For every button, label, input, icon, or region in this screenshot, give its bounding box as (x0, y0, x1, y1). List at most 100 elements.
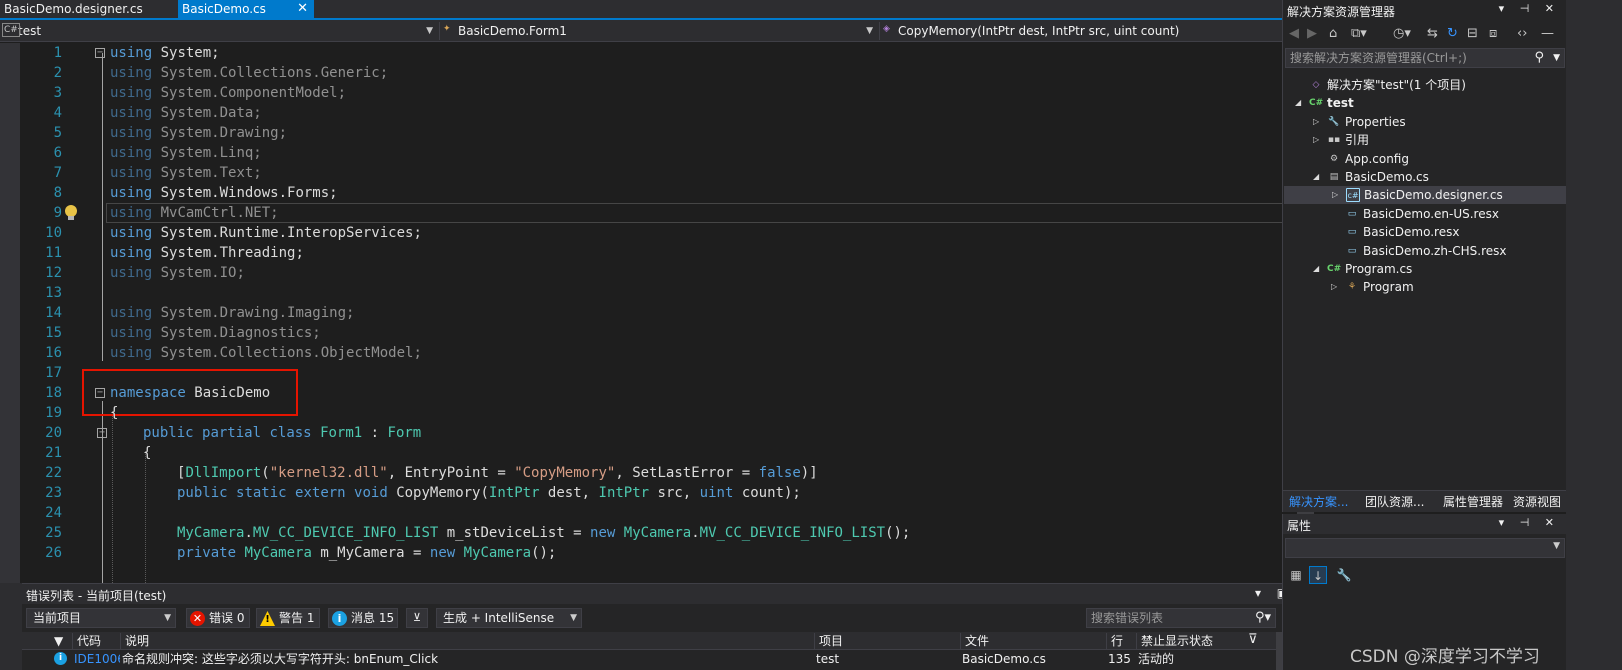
code-line[interactable]: 15 using System.Diagnostics; (0, 323, 1296, 343)
code-line[interactable]: 22 [DllImport("kernel32.dll", EntryPoint … (0, 463, 1296, 483)
code-line[interactable]: 19 { (0, 403, 1296, 423)
code-line[interactable]: 13 (0, 283, 1296, 303)
panel-controls[interactable]: ▾ ⊣ ✕ (1499, 2, 1560, 15)
code-line[interactable]: 21 { (0, 443, 1296, 463)
code-line[interactable]: 11 using System.Threading; (0, 243, 1296, 263)
tab-basicdemo-cs[interactable]: BasicDemo.cs ✕ (178, 0, 314, 18)
error-search-input[interactable]: 搜索错误列表 ⚲▾ (1086, 608, 1276, 628)
switch-views-icon[interactable]: ⧉▾ (1351, 26, 1367, 41)
properties-object-selector[interactable]: ▼ (1285, 538, 1565, 558)
fold-toggle-icon[interactable]: − (97, 428, 107, 438)
collapse-icon[interactable]: ◢ (1313, 260, 1319, 278)
sync-icon[interactable]: ⇆ (1427, 26, 1438, 41)
errors-filter-button[interactable]: ✕ 错误 0 (186, 608, 250, 628)
code-line[interactable]: 10 using System.Runtime.InteropServices; (0, 223, 1296, 243)
code-line[interactable]: 8 using System.Windows.Forms; (0, 183, 1296, 203)
tree-node[interactable]: ▷ 🔧 Properties (1283, 113, 1565, 131)
column-header-line[interactable]: 行 (1106, 633, 1136, 649)
tree-node[interactable]: ▭ BasicDemo.zh-CHS.resx (1283, 242, 1565, 260)
line-number: 7 (53, 165, 62, 181)
fold-toggle-icon[interactable]: − (95, 48, 105, 58)
code-line[interactable]: 17 (0, 363, 1296, 383)
code-line[interactable]: 23 public static extern void CopyMemory(I… (0, 483, 1296, 503)
expand-icon[interactable]: ▷ (1313, 131, 1319, 149)
expand-icon[interactable]: ▷ (1313, 113, 1319, 131)
warnings-filter-button[interactable]: ! 警告 1 (256, 608, 320, 628)
back-icon[interactable]: ◀ (1289, 26, 1299, 41)
tree-node[interactable]: ⚙ App.config (1283, 150, 1565, 168)
tree-node[interactable]: ◢ C# test (1283, 94, 1565, 112)
properties-icon[interactable]: — (1541, 26, 1554, 41)
home-icon[interactable]: ⌂ (1329, 26, 1337, 41)
tab-resource-view[interactable]: 资源视图 (1509, 493, 1565, 511)
code-line[interactable]: 6 using System.Linq; (0, 143, 1296, 163)
code-line[interactable]: 25 MyCamera.MV_CC_DEVICE_INFO_LIST m_stDe… (0, 523, 1296, 543)
column-filter-icon[interactable]: ⊽ (1248, 632, 1258, 647)
code-line[interactable]: 5 using System.Drawing; (0, 123, 1296, 143)
code-line[interactable]: 18 − namespace BasicDemo (0, 383, 1296, 403)
code-line[interactable]: 20 − public partial class Form1 : Form (0, 423, 1296, 443)
code-line[interactable]: 9 using MvCamCtrl.NET; (0, 203, 1296, 223)
column-header-project[interactable]: 项目 (814, 633, 960, 649)
column-header-file[interactable]: 文件 (960, 633, 1106, 649)
tree-node[interactable]: ▭ BasicDemo.resx (1283, 223, 1565, 241)
column-header-code[interactable]: 代码 (72, 633, 120, 649)
code-line[interactable]: 3 using System.ComponentModel; (0, 83, 1296, 103)
row-code[interactable]: IDE1006 (74, 650, 120, 668)
code-line[interactable]: 2 using System.Collections.Generic; (0, 63, 1296, 83)
solution-search-input[interactable]: 搜索解决方案资源管理器(Ctrl+;) ⚲ ▼ (1285, 48, 1565, 68)
categorized-icon[interactable]: ▦ (1287, 566, 1305, 584)
expand-icon[interactable]: ▷ (1331, 278, 1337, 296)
tree-node[interactable]: ◢ ▤ BasicDemo.cs (1283, 168, 1565, 186)
member-dropdown[interactable]: ◈ CopyMemory(IntPtr dest, IntPtr src, ui… (880, 22, 1324, 40)
tab-basicdemo-designer[interactable]: BasicDemo.designer.cs (0, 0, 178, 18)
code-line[interactable]: 4 using System.Data; (0, 103, 1296, 123)
tree-node[interactable]: ▷ c# BasicDemo.designer.cs (1284, 186, 1566, 205)
tab-team-explorer[interactable]: 团队资源... (1361, 493, 1428, 511)
code-text: using System.Windows.Forms; (110, 185, 338, 201)
code-view-icon[interactable]: ‹› (1517, 26, 1527, 41)
pending-changes-icon[interactable]: ◷▾ (1393, 26, 1411, 41)
collapse-icon[interactable]: ◢ (1313, 168, 1319, 186)
build-filter-dropdown[interactable]: 生成 + IntelliSense ▼ (436, 608, 582, 628)
code-editor[interactable]: ▲ 1−using System;2using System.Collectio… (0, 43, 1326, 583)
tree-node[interactable]: ◢ C# Program.cs (1283, 260, 1565, 278)
code-line[interactable]: 1 − using System; (0, 43, 1296, 63)
forward-icon[interactable]: ▶ (1307, 26, 1317, 41)
code-line[interactable]: 7 using System.Text; (0, 163, 1296, 183)
tab-property-manager[interactable]: 属性管理器 (1439, 493, 1507, 511)
search-icon[interactable]: ⚲▾ (1255, 609, 1271, 627)
tab-solution-explorer[interactable]: 解决方案... (1285, 493, 1352, 511)
code-line[interactable]: 12 using System.IO; (0, 263, 1296, 283)
tree-node[interactable]: ▷ ⚘ Program (1283, 278, 1565, 296)
tree-node[interactable]: ◇ 解决方案"test"(1 个项目) (1283, 76, 1565, 94)
collapse-icon[interactable]: ◢ (1295, 94, 1301, 112)
collapse-all-icon[interactable]: ⊟ (1467, 26, 1478, 41)
code-line[interactable]: 14 using System.Drawing.Imaging; (0, 303, 1296, 323)
class-dropdown[interactable]: ✦ BasicDemo.Form1 ▼ (440, 22, 880, 40)
lightbulb-icon[interactable] (64, 205, 78, 221)
tree-node[interactable]: ▭ BasicDemo.en-US.resx (1283, 205, 1565, 223)
expand-icon[interactable]: ▷ (1332, 186, 1338, 204)
panel-controls[interactable]: ▾ ⊣ ✕ (1499, 516, 1560, 529)
table-row[interactable]: i IDE1006 命名规则冲突: 这些字必须以大写字符开头: bnEnum_C… (22, 650, 1276, 668)
search-icon[interactable]: ⚲ (1534, 49, 1544, 67)
filter-icon[interactable]: ⊻ (406, 608, 428, 628)
scope-dropdown[interactable]: 当前项目 ▼ (26, 608, 176, 628)
wrench-icon[interactable]: 🔧 (1335, 566, 1353, 584)
tree-node[interactable]: ▷ ▪▪ 引用 (1283, 131, 1565, 149)
alphabetical-icon[interactable]: ↓ (1309, 566, 1327, 584)
close-icon[interactable]: ✕ (297, 0, 308, 18)
code-line[interactable]: 16 using System.Collections.ObjectModel; (0, 343, 1296, 363)
refresh-icon[interactable]: ↻ (1447, 26, 1458, 41)
fold-toggle-icon[interactable]: − (95, 388, 105, 398)
messages-filter-button[interactable]: i 消息 15 (328, 608, 398, 628)
project-dropdown[interactable]: C# test ▼ (0, 22, 440, 40)
code-line[interactable]: 26 private MyCamera m_MyCamera = new MyCa… (0, 543, 1296, 563)
show-all-files-icon[interactable]: ⧈ (1489, 26, 1497, 41)
sort-icon[interactable]: ▼ (50, 633, 70, 649)
code-line[interactable]: 24 (0, 503, 1296, 523)
column-header-description[interactable]: 说明 (120, 633, 814, 649)
code-text: using System.Drawing.Imaging; (110, 305, 355, 321)
chevron-down-icon[interactable]: ▼ (1553, 49, 1560, 67)
